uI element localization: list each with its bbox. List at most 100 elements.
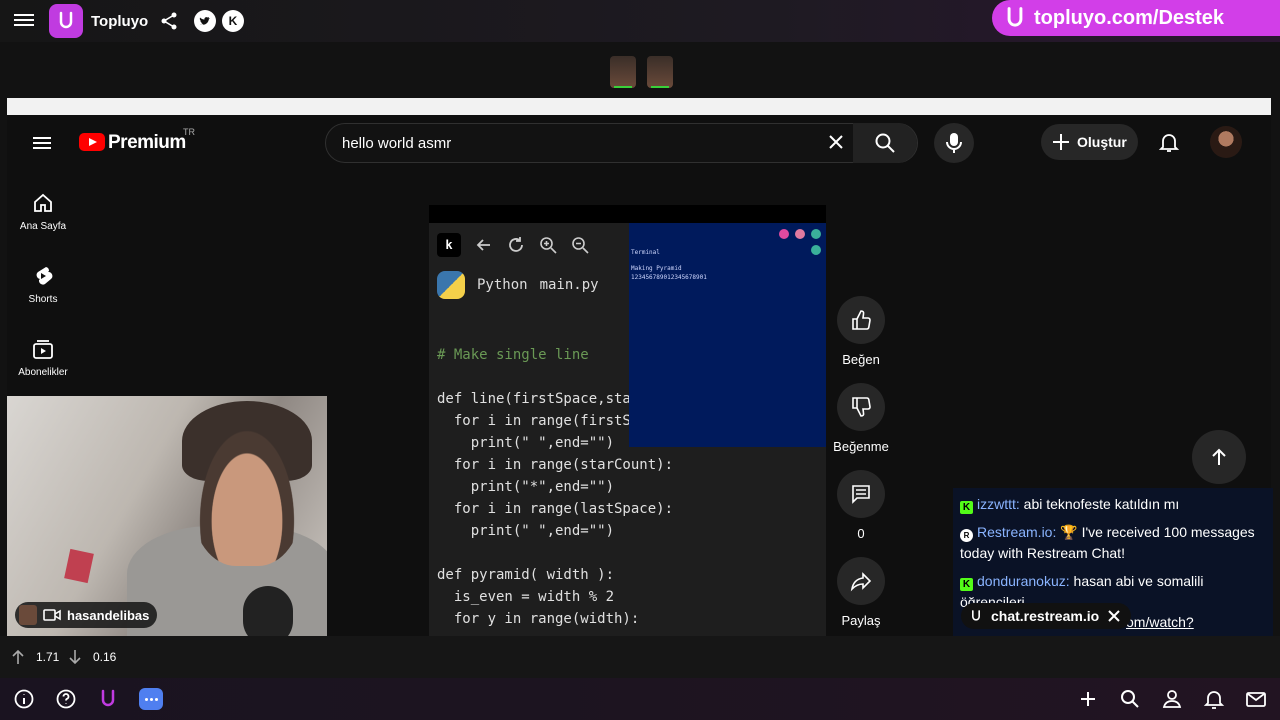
topluyo-logo-icon[interactable] [49, 4, 83, 38]
like-button[interactable]: Beğen [830, 296, 892, 367]
close-icon[interactable] [1107, 609, 1121, 623]
app-title[interactable]: Topluyo [91, 13, 148, 30]
comment-icon [852, 485, 870, 504]
sidebar-item-home[interactable]: Ana Sayfa [7, 191, 79, 232]
video-top-bar [429, 205, 826, 223]
chat-username: donduranokuz: [977, 573, 1070, 589]
youtube-logo-icon[interactable] [79, 133, 105, 151]
editor-toolbar: k [437, 233, 589, 257]
viewer-avatar[interactable] [610, 56, 636, 88]
info-icon[interactable] [13, 688, 35, 710]
editor-tabs: Python main.py [437, 271, 599, 299]
chat-message: Kizzwttt: abi teknofeste katıldın mı [960, 494, 1266, 515]
youtube-header: Premium TR hello world asmr Oluştur [7, 115, 1271, 170]
mail-icon[interactable] [1245, 688, 1267, 710]
yt-menu-icon[interactable] [33, 134, 51, 152]
window-dot [811, 229, 821, 239]
notifications-icon[interactable] [1157, 130, 1181, 154]
streamer-avatar [19, 605, 37, 625]
kick-icon[interactable]: K [222, 10, 244, 32]
topluyo-home-icon[interactable] [97, 688, 119, 710]
account-avatar[interactable] [1210, 126, 1242, 158]
zoom-out-icon [572, 237, 589, 254]
camera-icon [43, 609, 61, 621]
region-code: TR [183, 127, 195, 137]
comments-button[interactable]: 0 [830, 470, 892, 541]
help-icon[interactable] [55, 688, 77, 710]
streamer-name: hasandelibas [67, 607, 150, 623]
share-icon[interactable] [159, 11, 179, 31]
voice-search-button[interactable] [934, 123, 974, 163]
sidebar-item-shorts[interactable]: Shorts [7, 264, 79, 305]
code-line: for y in range(width): [437, 611, 640, 627]
clear-icon[interactable] [826, 132, 846, 152]
arrow-down-icon [69, 650, 81, 665]
dislike-button[interactable]: Beğenme [830, 383, 892, 454]
chat-text: abi teknofeste katıldın mı [1023, 496, 1180, 512]
refresh-icon [509, 237, 523, 252]
code-line: for i in range(lastSpace): [437, 501, 674, 517]
video-player[interactable]: k Python main.py # Make single line def … [429, 205, 826, 636]
card-image [64, 548, 94, 584]
upload-value: 1.71 [36, 650, 60, 664]
sidebar-item-subscriptions[interactable]: Abonelikler [7, 337, 79, 378]
plus-icon [1053, 134, 1069, 150]
terminal-line: 123456789012345678901 [631, 274, 707, 281]
chat-username: izzwttt: [977, 496, 1020, 512]
search-box[interactable]: hello world asmr [325, 123, 918, 163]
arrow-up-icon [12, 649, 24, 664]
terminal-panel: Terminal Making Pyramid 1234567890123456… [629, 223, 826, 447]
share-button[interactable]: Paylaş [830, 557, 892, 628]
code-line: def line(firstSpace,sta [437, 391, 631, 407]
code-line: is_even = width % 2 [437, 589, 615, 605]
share-label: Paylaş [841, 613, 881, 628]
search-input[interactable]: hello world asmr [342, 135, 451, 152]
twitter-icon[interactable] [194, 10, 216, 32]
webcam-head [192, 416, 302, 566]
window-dot [811, 245, 821, 255]
python-logo-icon [437, 271, 465, 299]
add-icon[interactable] [1077, 688, 1099, 710]
tab-main-py: main.py [539, 277, 599, 293]
sidebar-item-label: Shorts [28, 294, 58, 305]
viewer-strip [0, 42, 1280, 98]
window-dot [779, 229, 789, 239]
youtube-brand[interactable]: Premium [108, 132, 186, 154]
chat-link[interactable]: om/watch? [1126, 614, 1194, 630]
kodland-icon: k [437, 233, 461, 257]
topluyo-banner-icon [1007, 7, 1023, 27]
search-icon [875, 133, 895, 153]
dislike-label: Beğenme [833, 439, 889, 454]
code-editor: k Python main.py # Make single line def … [429, 223, 673, 636]
support-banner[interactable]: topluyo.com/Destek [992, 0, 1280, 36]
arrow-up-icon [1212, 448, 1226, 465]
create-button[interactable]: Oluştur [1041, 124, 1138, 160]
shorts-icon [36, 267, 53, 285]
code-line: # Make single line [437, 347, 589, 363]
bell-icon[interactable] [1203, 688, 1225, 710]
scroll-top-button[interactable] [1192, 430, 1246, 484]
sidebar-item-label: Ana Sayfa [19, 221, 67, 232]
subscriptions-icon [33, 340, 53, 359]
menu-icon[interactable] [14, 11, 34, 31]
topluyo-small-icon [972, 610, 980, 621]
code-line: for i in range(starCount): [437, 457, 674, 473]
back-arrow-icon [476, 239, 490, 251]
download-stat: 0.16 [67, 649, 116, 665]
chat-url-pill[interactable]: chat.restream.io [961, 603, 1132, 629]
profile-icon[interactable] [1161, 688, 1183, 710]
code-line: for i in range(firstS [437, 413, 631, 429]
search-button[interactable] [853, 123, 917, 163]
kick-icon: K [960, 578, 973, 591]
mic-icon [946, 133, 962, 153]
streamer-label[interactable]: hasandelibas [15, 602, 158, 628]
search-icon[interactable] [1119, 688, 1141, 710]
terminal-title: Terminal [631, 249, 660, 256]
chat-url: chat.restream.io [991, 608, 1100, 624]
home-icon [34, 193, 52, 212]
restream-icon: R [960, 529, 973, 542]
chat-message: R Restream.io: 🏆 I've received 100 messag… [960, 522, 1266, 564]
viewer-avatar[interactable] [647, 56, 673, 88]
banner-text: topluyo.com/Destek [1034, 6, 1225, 29]
chat-bubble-icon[interactable] [139, 688, 163, 710]
